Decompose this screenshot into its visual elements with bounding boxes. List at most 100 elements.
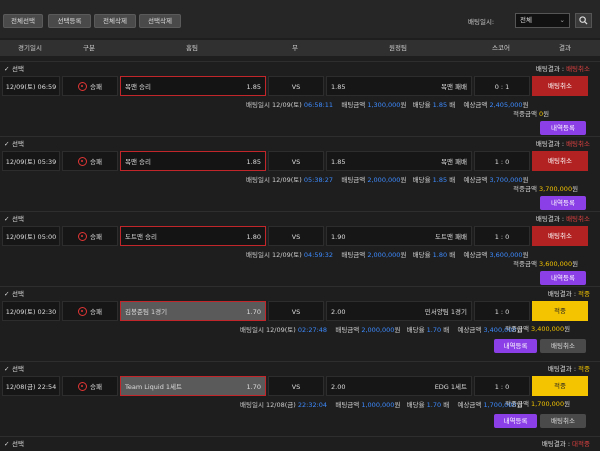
result-badge: 배팅취소 <box>532 76 588 96</box>
amount-value: 1,300,000 <box>367 101 401 109</box>
register-detail-button[interactable]: 내역등록 <box>494 414 537 428</box>
select-checkbox-row[interactable]: ✓ 선택 <box>4 139 24 149</box>
won-unit: 원 <box>400 101 407 109</box>
won-unit: 원 <box>572 260 579 268</box>
select-checkbox-row[interactable]: ✓ 선택 <box>4 214 24 224</box>
match-row: 12/09(토) 06:59 승패 목맨 승리 1.85 VS 1.85 목맨 패배… <box>0 76 600 96</box>
register-selected-button[interactable]: 선택등록 <box>48 14 91 28</box>
won-unit: 원 <box>572 185 579 193</box>
market-label: 승패 <box>90 383 102 391</box>
odds-label: 배당율 <box>406 401 425 409</box>
bet-time-label: 배팅일시 <box>240 401 264 409</box>
expect-label: 예상금액 <box>463 176 488 184</box>
result-badge: 배팅취소 <box>532 226 588 246</box>
select-label: 선택 <box>12 65 24 73</box>
amount-value: 1,000,000 <box>361 401 395 409</box>
won-unit: 원 <box>522 251 529 259</box>
chevron-down-icon: ⌄ <box>559 16 565 24</box>
home-pick[interactable]: 목맨 승리 1.85 <box>120 76 266 96</box>
home-pick[interactable]: 목맨 승리 1.85 <box>120 151 266 171</box>
bet-date: 12/09(토) <box>272 176 302 184</box>
select-checkbox-row[interactable]: ✓ 선택 <box>4 364 24 374</box>
away-odds: 1.85 <box>331 83 346 91</box>
search-button[interactable] <box>575 13 592 28</box>
match-row: 12/09(토) 05:00 승패 도트맨 승리 1.80 VS 1.90 도트맨 … <box>0 226 600 246</box>
col-away: 원정팀 <box>389 44 407 52</box>
match-date: 12/09(토) 02:30 <box>2 301 60 321</box>
home-pick[interactable]: 도트맨 승리 1.80 <box>120 226 266 246</box>
odds-value: 1.85 <box>432 176 448 184</box>
delete-selected-button[interactable]: 선택삭제 <box>139 14 181 28</box>
toolbar: 전체선택 선택등록 전체삭제 선택삭제 배팅일시: 전체 ⌄ <box>0 0 600 38</box>
col-match-date: 경기일시 <box>18 44 42 52</box>
col-type: 구분 <box>83 44 95 52</box>
bet-result-value: 배팅취소 <box>566 65 590 73</box>
away-pick[interactable]: 2.00 EDG 1세트 <box>326 376 472 396</box>
away-pick[interactable]: 2.00 민서양팀 1경기 <box>326 301 472 321</box>
amount-label: 배팅금액 <box>335 401 360 409</box>
check-icon: ✓ <box>4 140 10 148</box>
home-team: 목맨 승리 <box>125 83 151 91</box>
draw-cell[interactable]: VS <box>268 376 324 396</box>
bet-date: 12/08(금) <box>266 401 296 409</box>
register-detail-button[interactable]: 내역등록 <box>540 196 586 210</box>
home-pick[interactable]: Team Liquid 1세트 1.70 <box>120 376 266 396</box>
amount-value: 2,000,000 <box>367 176 401 184</box>
hit-label: 적중금액 <box>505 325 529 333</box>
home-team: Team Liquid 1세트 <box>125 383 183 391</box>
won-unit: 원 <box>394 326 401 334</box>
bet-time-label: 배팅일시 <box>240 326 264 334</box>
bet-time: 02:27:48 <box>297 326 328 334</box>
bet-info: 배팅일시 12/09(토) 06:58:11 배팅금액 1,300,000원 배… <box>246 100 529 110</box>
bae-unit: 배 <box>449 101 456 109</box>
expect-label: 예상금액 <box>463 251 488 259</box>
hit-info: 적중금액 3,700,000원 <box>513 184 578 194</box>
hit-value: 3,400,000 <box>531 325 565 333</box>
odds-value: 1.70 <box>426 326 442 334</box>
draw-cell[interactable]: VS <box>268 76 324 96</box>
select-label: 선택 <box>12 290 24 298</box>
expect-value: 2,405,000 <box>489 101 523 109</box>
score: 1 : 0 <box>474 151 530 171</box>
odds-label: 배당율 <box>412 251 431 259</box>
cancel-bet-button[interactable]: 배팅취소 <box>540 339 586 353</box>
select-all-button[interactable]: 전체선택 <box>3 14 43 28</box>
draw-cell[interactable]: VS <box>268 301 324 321</box>
expect-value: 3,700,000 <box>489 176 523 184</box>
col-home: 홈팀 <box>186 44 198 52</box>
market-logo-icon <box>78 81 88 91</box>
market-cell: 승패 <box>62 226 118 246</box>
bet-date-select[interactable]: 전체 ⌄ <box>515 13 570 28</box>
bet-result: 배팅결과 : 배팅취소 <box>536 64 590 74</box>
won-unit: 원 <box>564 400 571 408</box>
won-unit: 원 <box>394 401 401 409</box>
bet-time-label: 배팅일시 <box>246 101 270 109</box>
register-detail-button[interactable]: 내역등록 <box>540 271 586 285</box>
home-odds: 1.70 <box>246 383 261 391</box>
bet-time-label: 배팅일시 <box>246 251 270 259</box>
away-odds: 2.00 <box>331 308 346 316</box>
cancel-bet-button[interactable]: 배팅취소 <box>540 414 586 428</box>
expect-label: 예상금액 <box>457 326 482 334</box>
bet-result-label: 배팅결과 : <box>535 140 565 148</box>
bae-unit: 배 <box>443 326 450 334</box>
select-checkbox-row[interactable]: ✓ 선택 <box>4 439 24 449</box>
delete-all-button[interactable]: 전체삭제 <box>94 14 136 28</box>
register-detail-button[interactable]: 내역등록 <box>494 339 537 353</box>
bae-unit: 배 <box>443 401 450 409</box>
bet-info: 배팅일시 12/08(금) 22:32:04 배팅금액 1,000,000원 배… <box>240 400 523 410</box>
select-checkbox-row[interactable]: ✓ 선택 <box>4 64 24 74</box>
away-pick[interactable]: 1.85 목맨 패배 <box>326 76 472 96</box>
match-date: 12/08(금) 22:54 <box>2 376 60 396</box>
away-pick[interactable]: 1.90 도트맨 패배 <box>326 226 472 246</box>
draw-cell[interactable]: VS <box>268 226 324 246</box>
match-date: 12/09(토) 05:39 <box>2 151 60 171</box>
register-detail-button[interactable]: 내역등록 <box>540 121 586 135</box>
select-checkbox-row[interactable]: ✓ 선택 <box>4 289 24 299</box>
away-pick[interactable]: 1.85 목맨 패배 <box>326 151 472 171</box>
draw-cell[interactable]: VS <box>268 151 324 171</box>
hit-label: 적중금액 <box>513 260 537 268</box>
home-pick[interactable]: 김봉준팀 1경기 1.70 <box>120 301 266 321</box>
result-badge: 적중 <box>532 301 588 321</box>
col-result: 결과 <box>559 44 571 52</box>
